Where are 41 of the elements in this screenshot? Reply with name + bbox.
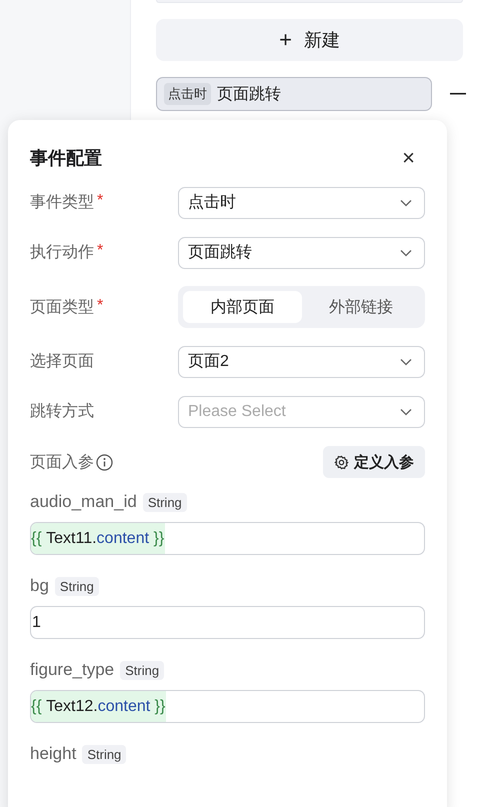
segment-option[interactable]: 外部链接 (302, 291, 420, 323)
input-field[interactable]: {{ Text11.content }} (30, 522, 425, 555)
dialog-title: 事件配置 (30, 147, 102, 170)
select-field[interactable]: 点击时 (178, 186, 425, 218)
info-icon (96, 454, 113, 470)
param-name: audio_man_id (30, 492, 137, 512)
remove-button[interactable]: — (450, 85, 466, 103)
type-tag: String (120, 660, 164, 680)
trigger-tag: 点击时 (164, 83, 211, 105)
required-mark: * (97, 242, 104, 261)
new-button[interactable]: + 新建 (156, 19, 463, 61)
binding-expression: {{ Text12.content }} (31, 691, 166, 722)
event-item[interactable]: 点击时 页面跳转 (156, 77, 432, 111)
chevron-down-icon (400, 248, 412, 256)
param-name: height (30, 744, 76, 764)
input-field[interactable]: {{ Text12.content }} (30, 690, 425, 723)
field-label: 执行动作 (30, 242, 94, 263)
chevron-down-icon (400, 408, 412, 416)
field-label: 页面类型 (30, 298, 94, 318)
close-button[interactable]: × (392, 145, 425, 171)
field-label: 选择页面 (30, 352, 94, 372)
gear-icon (334, 454, 349, 470)
select-field[interactable]: 页面跳转 (178, 236, 425, 268)
input-field[interactable]: 1 (30, 606, 425, 639)
binding-expression: {{ Text11.content }} (31, 523, 166, 554)
type-tag: String (54, 576, 99, 596)
type-tag: String (142, 492, 187, 512)
segment-option[interactable]: 内部页面 (183, 291, 302, 323)
select-field[interactable]: 页面2 (178, 346, 425, 378)
define-params-button[interactable]: 定义入参 (323, 446, 425, 478)
param-name: bg (30, 576, 49, 596)
field-label: 事件类型 (30, 192, 94, 213)
action-label: 页面跳转 (217, 84, 281, 104)
field-label: 页面入参 (30, 452, 94, 472)
type-tag: String (82, 744, 126, 764)
param-name: figure_type (30, 660, 114, 680)
chevron-down-icon (400, 358, 412, 366)
required-mark: * (97, 296, 104, 316)
field-label: 跳转方式 (30, 402, 94, 422)
required-mark: * (97, 192, 104, 211)
chevron-down-icon (400, 198, 412, 206)
